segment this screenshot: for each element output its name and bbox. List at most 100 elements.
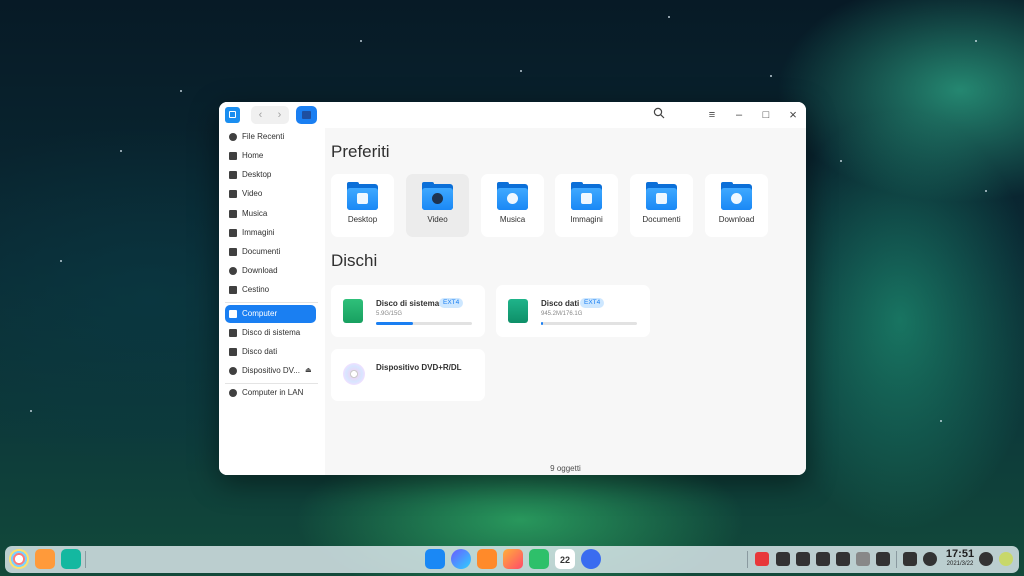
favorite-pictures[interactable]: Immagini [555, 174, 618, 237]
file-manager-window: ‹ › ≡ – □ × File Recenti Home Desktop Vi… [219, 102, 806, 475]
sidebar-divider [225, 302, 318, 303]
file-manager-dock-icon[interactable] [425, 549, 445, 569]
disk-usage-bar [541, 322, 637, 325]
pictures-folder-icon [571, 182, 602, 210]
navigation-buttons: ‹ › [251, 106, 289, 124]
data-disk-icon [508, 299, 528, 323]
favorite-downloads[interactable]: Download [705, 174, 768, 237]
music-player-dock-icon[interactable] [529, 549, 549, 569]
favorite-video[interactable]: Video [406, 174, 469, 237]
fingerprint-icon[interactable] [856, 552, 870, 566]
sidebar-item-data-disk[interactable]: Disco dati [225, 343, 316, 361]
multitask-view-icon[interactable] [35, 549, 55, 569]
titlebar: ‹ › ≡ – □ × [219, 102, 806, 128]
computer-icon [229, 310, 237, 318]
favorite-desktop[interactable]: Desktop [331, 174, 394, 237]
sidebar-item-recent[interactable]: File Recenti [225, 128, 316, 146]
eject-icon[interactable]: ⏏ [305, 362, 312, 380]
sidebar-item-computer[interactable]: Computer [225, 305, 316, 323]
disk-system[interactable]: Disco di sistema EXT4 5.9G/15G [331, 285, 485, 337]
clock[interactable]: 17:51 2021/3/22 [940, 548, 980, 568]
view-mode-icon [302, 111, 311, 119]
favorite-music[interactable]: Musica [481, 174, 544, 237]
sidebar-item-label: Video [242, 189, 263, 198]
sidebar-item-label: Immagini [242, 228, 275, 237]
clock-icon [229, 133, 237, 141]
sidebar-item-home[interactable]: Home [225, 147, 316, 165]
menu-button[interactable]: ≡ [704, 107, 720, 123]
sidebar-item-dvd[interactable]: Dispositivo DV... ⏏ [225, 362, 316, 380]
sidebar-item-desktop[interactable]: Desktop [225, 166, 316, 184]
sidebar-item-label: Disco dati [242, 347, 278, 356]
disk-dvd[interactable]: Dispositivo DVD+R/DL [331, 349, 485, 401]
sidebar-item-trash[interactable]: Cestino [225, 281, 316, 299]
sidebar-item-pictures[interactable]: Immagini [225, 224, 316, 242]
user-avatar[interactable] [999, 552, 1013, 566]
disk-icon [229, 329, 237, 337]
sidebar-item-system-disk[interactable]: Disco di sistema [225, 324, 316, 342]
app-store-dock-icon[interactable] [477, 549, 497, 569]
disk-usage-fill [541, 322, 543, 325]
sidebar-item-documents[interactable]: Documenti [225, 243, 316, 261]
favorite-label: Download [718, 215, 755, 224]
sidebar-item-downloads[interactable]: Download [225, 262, 316, 280]
browser-dock-icon[interactable] [451, 549, 471, 569]
disk-name: Dispositivo DVD+R/DL [376, 363, 462, 372]
disk-name: Disco di sistema [376, 299, 440, 308]
power-icon[interactable] [923, 552, 937, 566]
sidebar-item-label: Computer in LAN [242, 388, 304, 397]
dock-separator [896, 551, 897, 568]
favorite-label: Immagini [570, 215, 603, 224]
music-folder-icon [497, 182, 528, 210]
sidebar-item-video[interactable]: Video [225, 185, 316, 203]
desktop-folder-icon [347, 182, 378, 210]
show-desktop-icon[interactable] [61, 549, 81, 569]
tray-expand-icon[interactable] [876, 552, 890, 566]
forward-button[interactable]: › [270, 106, 289, 124]
favorite-documents[interactable]: Documenti [630, 174, 693, 237]
image-icon [229, 229, 237, 237]
notification-icon[interactable] [979, 552, 993, 566]
launcher-icon[interactable] [9, 549, 29, 569]
disk-usage-fill [376, 322, 413, 325]
favorite-label: Documenti [642, 215, 681, 224]
sidebar-item-label: Dispositivo DV... [242, 366, 300, 375]
disks-title: Dischi [331, 251, 378, 270]
maximize-button[interactable]: □ [758, 107, 774, 123]
search-button[interactable] [651, 107, 667, 123]
desktop-icon [229, 171, 237, 179]
fs-badge: EXT4 [439, 298, 464, 308]
battery-icon[interactable] [836, 552, 850, 566]
search-icon [653, 107, 665, 119]
volume-icon[interactable] [796, 552, 810, 566]
sidebar-item-label: Home [242, 151, 264, 160]
favorites-title: Preferiti [331, 142, 390, 161]
minimize-button[interactable]: – [731, 107, 747, 123]
clock-time: 17:51 [945, 548, 975, 560]
calendar-dock-icon[interactable]: 22 [555, 549, 575, 569]
sidebar-item-label: Musica [242, 209, 268, 218]
sidebar: File Recenti Home Desktop Video Musica I… [219, 128, 325, 475]
sidebar-item-label: Computer [242, 309, 278, 318]
sidebar-item-network[interactable]: Computer in LAN [225, 384, 316, 402]
favorite-label: Video [427, 215, 448, 224]
download-icon [229, 267, 237, 275]
clipboard-icon[interactable] [903, 552, 917, 566]
screen-recorder-icon[interactable] [755, 552, 769, 566]
dock-separator [85, 551, 86, 568]
sidebar-item-music[interactable]: Musica [225, 205, 316, 223]
back-button[interactable]: ‹ [251, 106, 270, 124]
video-icon [229, 190, 237, 198]
sidebar-item-label: Disco di sistema [242, 328, 301, 337]
fs-badge: EXT4 [580, 298, 605, 308]
keyboard-icon[interactable] [776, 552, 790, 566]
view-mode-button[interactable] [296, 106, 317, 124]
dock: 22 17:51 2021/3/22 [5, 546, 1019, 573]
wifi-icon[interactable] [816, 552, 830, 566]
disk-name: Disco dati [541, 299, 580, 308]
image-viewer-dock-icon[interactable] [503, 549, 523, 569]
close-button[interactable]: × [785, 107, 801, 123]
disk-data[interactable]: Disco dati EXT4 945.2M/176.1G [496, 285, 650, 337]
downloads-folder-icon [721, 182, 752, 210]
settings-dock-icon[interactable] [581, 549, 601, 569]
